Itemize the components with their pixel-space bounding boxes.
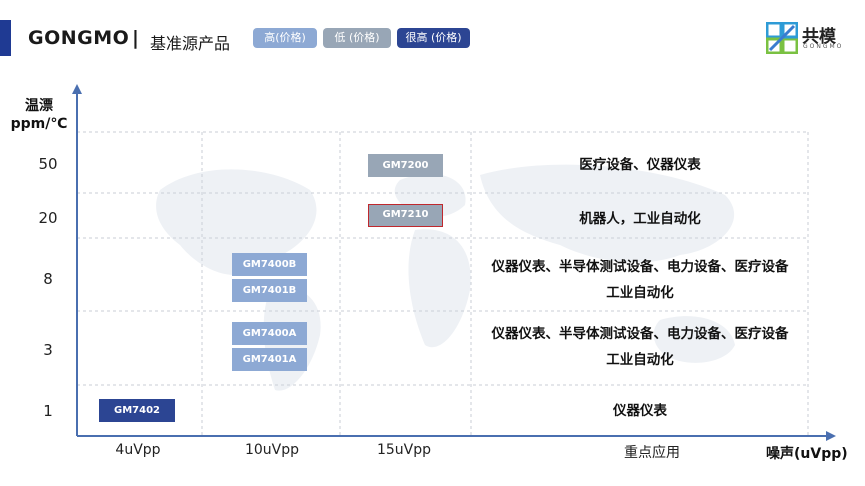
application-line1: 仪器仪表、半导体测试设备、电力设备、医疗设备 (491, 326, 789, 342)
x-tick-4uvpp: 4uVpp (115, 442, 161, 458)
y-tick-20: 20 (38, 209, 58, 227)
x-tick-key-applications: 重点应用 (624, 445, 680, 461)
y-tick-1: 1 (43, 402, 53, 420)
application-line2: 工业自动化 (606, 285, 674, 301)
y-tick-3: 3 (43, 341, 53, 359)
product-gm7200: GM7200 (368, 154, 443, 177)
application-row-1: 仪器仪表 (470, 398, 810, 424)
product-gm7401b: GM7401B (232, 279, 307, 302)
product-gm7400a: GM7400A (232, 322, 307, 345)
product-gm7210: GM7210 (368, 204, 443, 227)
product-gm7402: GM7402 (99, 399, 175, 422)
application-line1: 医疗设备、仪器仪表 (579, 157, 701, 173)
product-gm7400b: GM7400B (232, 253, 307, 276)
application-row-8: 仪器仪表、半导体测试设备、电力设备、医疗设备 工业自动化 (470, 254, 810, 306)
y-axis-arrow (72, 84, 82, 94)
x-tick-10uvpp: 10uVpp (244, 442, 300, 458)
application-row-20: 机器人，工业自动化 (470, 206, 810, 232)
y-tick-8: 8 (43, 270, 53, 288)
application-row-3: 仪器仪表、半导体测试设备、电力设备、医疗设备 工业自动化 (470, 321, 810, 373)
product-gm7401a: GM7401A (232, 348, 307, 371)
application-line1: 仪器仪表 (613, 403, 667, 419)
application-row-50: 医疗设备、仪器仪表 (470, 152, 810, 178)
y-tick-50: 50 (38, 155, 58, 173)
x-axis-arrow (826, 431, 836, 441)
x-axis-title: 噪声(uVpp) (766, 446, 848, 462)
application-line1: 仪器仪表、半导体测试设备、电力设备、医疗设备 (491, 259, 789, 275)
x-tick-15uvpp: 15uVpp (376, 442, 432, 458)
application-line1: 机器人，工业自动化 (579, 211, 701, 227)
application-line2: 工业自动化 (606, 352, 674, 368)
